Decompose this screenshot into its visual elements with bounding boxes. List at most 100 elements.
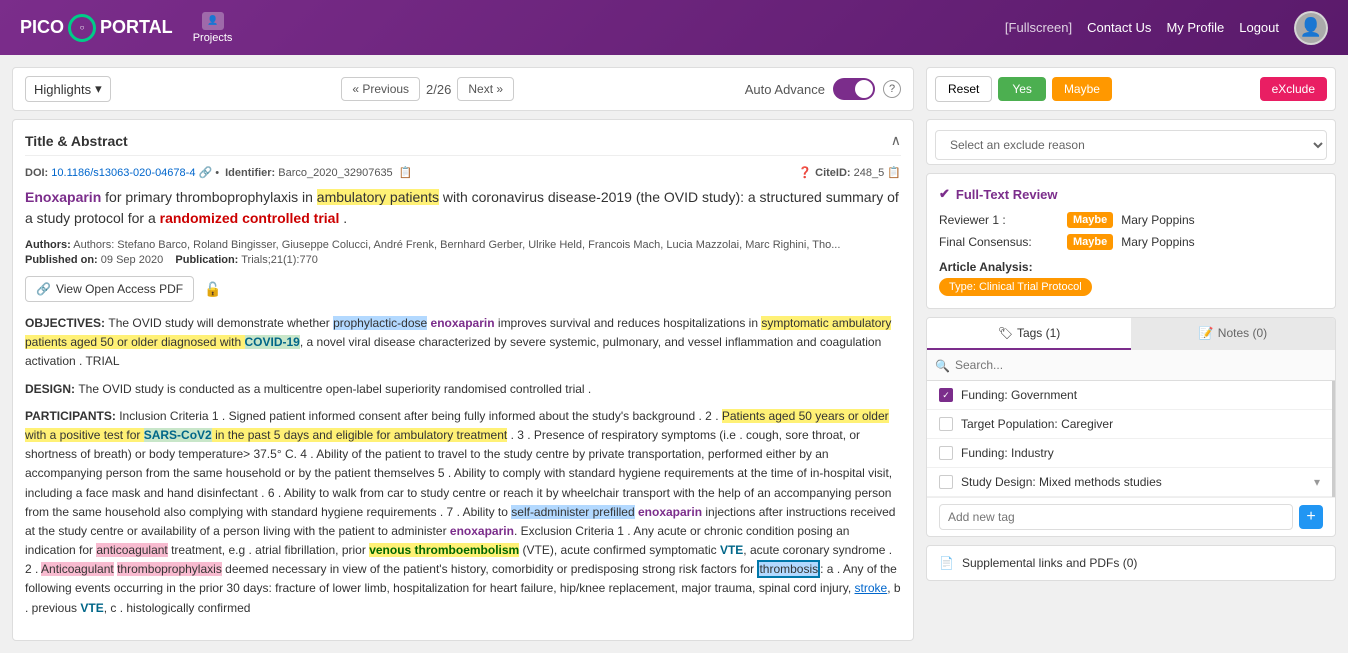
toggle-knob <box>855 80 873 98</box>
consensus-badge: Maybe <box>1067 234 1113 250</box>
section-title: Title & Abstract <box>25 133 128 149</box>
tag-checkbox-study-design[interactable] <box>939 475 953 489</box>
reset-button[interactable]: Reset <box>935 76 992 102</box>
contact-us-link[interactable]: Contact Us <box>1087 20 1151 35</box>
tag-item-caregiver: Target Population: Caregiver <box>927 410 1332 439</box>
highlights-label: Highlights <box>34 82 91 97</box>
expand-tag-icon[interactable]: ▾ <box>1314 475 1320 489</box>
external-link-icon: 🔗 <box>36 282 51 296</box>
tag-list: ✓ Funding: Government Target Population:… <box>927 381 1335 497</box>
tag-search-input[interactable] <box>927 350 1335 381</box>
reviewer1-label: Reviewer 1 : <box>939 213 1059 227</box>
add-tag-button[interactable]: + <box>1299 505 1323 529</box>
maybe-button[interactable]: Maybe <box>1052 77 1112 101</box>
tag-checkbox-funding-govt[interactable]: ✓ <box>939 388 953 402</box>
auto-advance-toggle[interactable] <box>833 78 875 100</box>
tag-checkbox-funding-industry[interactable] <box>939 446 953 460</box>
search-icon: 🔍 <box>935 359 950 373</box>
tag-checkbox-caregiver[interactable] <box>939 417 953 431</box>
help-icon[interactable]: ? <box>883 80 901 98</box>
doi-link[interactable]: 10.1186/s13063-020-04678-4 <box>51 167 195 179</box>
section-header: Title & Abstract ∧ <box>25 132 901 156</box>
tags-tab[interactable]: 🏷 Tags (1) <box>927 318 1131 350</box>
reviewer1-badge: Maybe <box>1067 212 1113 228</box>
avatar[interactable]: 👤 <box>1294 11 1328 45</box>
supplemental-icon: 📄 <box>939 556 954 570</box>
collapse-button[interactable]: ∧ <box>891 132 901 149</box>
notes-icon: 📝 <box>1199 326 1214 340</box>
article-title: Enoxaparin for primary thromboprophylaxi… <box>25 187 901 229</box>
cite-id: ❓ CiteID: 248_5 📋 <box>798 166 901 179</box>
title-rct: randomized controlled trial <box>160 210 340 226</box>
projects-label: Projects <box>193 32 233 44</box>
tags-tabs: 🏷 Tags (1) 📝 Notes (0) <box>927 318 1335 350</box>
auto-advance-label: Auto Advance <box>745 82 825 97</box>
exclude-button[interactable]: eXclude <box>1260 77 1327 101</box>
page-indicator: 2/26 <box>426 82 451 97</box>
content-area: Title & Abstract ∧ DOI: 10.1186/s13063-0… <box>12 119 914 641</box>
analysis-label: Article Analysis: <box>939 260 1323 274</box>
participants-label: PARTICIPANTS: <box>25 409 119 423</box>
add-tag-input[interactable] <box>939 504 1293 530</box>
exclude-reason-select[interactable]: Select an exclude reason <box>935 130 1327 160</box>
highlights-select[interactable]: Highlights ▾ <box>25 76 111 102</box>
projects-button[interactable]: 👤 Projects <box>193 12 233 44</box>
open-access-button[interactable]: 🔗 View Open Access PDF <box>25 276 194 302</box>
open-access-icon: 🔓 <box>204 281 221 298</box>
objectives-paragraph: OBJECTIVES: The OVID study will demonstr… <box>25 314 901 372</box>
design-paragraph: DESIGN: The OVID study is conducted as a… <box>25 380 901 399</box>
next-button[interactable]: Next » <box>457 77 514 101</box>
tag-label-funding-govt: Funding: Government <box>961 388 1077 402</box>
previous-button[interactable]: « Previous <box>341 77 420 101</box>
abstract-text: OBJECTIVES: The OVID study will demonstr… <box>25 314 901 618</box>
tag-label-study-design: Study Design: Mixed methods studies <box>961 475 1162 489</box>
tag-search-wrapper: 🔍 <box>927 350 1335 381</box>
open-access-label: View Open Access PDF <box>56 282 183 296</box>
review-title: ✔ Full-Text Review <box>939 186 1323 202</box>
reviewer1-name: Mary Poppins <box>1121 213 1194 227</box>
review-title-text: Full-Text Review <box>956 187 1058 202</box>
left-panel: Highlights ▾ « Previous 2/26 Next » Auto… <box>12 67 914 641</box>
toolbar: Highlights ▾ « Previous 2/26 Next » Auto… <box>12 67 914 111</box>
notes-tab-label: Notes (0) <box>1218 326 1267 340</box>
tag-item-funding-govt: ✓ Funding: Government <box>927 381 1332 410</box>
design-label: DESIGN: <box>25 382 78 396</box>
nav-buttons: « Previous 2/26 Next » <box>341 77 514 101</box>
review-panel: ✔ Full-Text Review Reviewer 1 : Maybe Ma… <box>926 173 1336 309</box>
auto-advance-control: Auto Advance ? <box>745 78 901 100</box>
decision-bar: Reset Yes Maybe eXclude <box>926 67 1336 111</box>
logo: PICO ○ PORTAL <box>20 14 173 42</box>
tags-panel: 🏷 Tags (1) 📝 Notes (0) 🔍 ✓ Funding: Gove… <box>926 317 1336 537</box>
my-profile-link[interactable]: My Profile <box>1166 20 1224 35</box>
logo-circle-icon: ○ <box>68 14 96 42</box>
title-highlight-ambulatory: ambulatory patients <box>317 189 439 205</box>
tag-icon: 🏷 <box>998 326 1013 340</box>
type-badge: Type: Clinical Trial Protocol <box>939 278 1092 296</box>
published-line: Published on: 09 Sep 2020 Publication: T… <box>25 254 901 266</box>
objectives-label: OBJECTIVES: <box>25 316 108 330</box>
reviewer1-row: Reviewer 1 : Maybe Mary Poppins <box>939 212 1323 228</box>
supplemental-label: Supplemental links and PDFs (0) <box>962 556 1137 570</box>
add-tag-row: + <box>927 497 1335 536</box>
consensus-label: Final Consensus: <box>939 235 1059 249</box>
review-icon: ✔ <box>939 186 950 202</box>
tag-item-study-design: Study Design: Mixed methods studies ▾ <box>927 468 1332 497</box>
tags-tab-label: Tags (1) <box>1017 326 1060 340</box>
doi-text: DOI: 10.1186/s13063-020-04678-4 🔗 • <box>25 166 219 179</box>
copy-identifier-icon[interactable]: 📋 <box>399 166 413 179</box>
tag-item-funding-industry: Funding: Industry <box>927 439 1332 468</box>
logout-link[interactable]: Logout <box>1239 20 1279 35</box>
notes-tab[interactable]: 📝 Notes (0) <box>1131 318 1335 350</box>
header: PICO ○ PORTAL 👤 Projects [Fullscreen] Co… <box>0 0 1348 55</box>
supplemental-panel: 📄 Supplemental links and PDFs (0) <box>926 545 1336 581</box>
projects-icon: 👤 <box>202 12 224 30</box>
participants-paragraph: PARTICIPANTS: Inclusion Criteria 1 . Sig… <box>25 407 901 618</box>
consensus-name: Mary Poppins <box>1121 235 1194 249</box>
article-analysis: Article Analysis: Type: Clinical Trial P… <box>939 260 1323 296</box>
header-right: [Fullscreen] Contact Us My Profile Logou… <box>1005 11 1328 45</box>
fullscreen-link[interactable]: [Fullscreen] <box>1005 20 1072 35</box>
right-panel: Reset Yes Maybe eXclude Select an exclud… <box>926 67 1336 641</box>
header-left: PICO ○ PORTAL 👤 Projects <box>20 12 232 44</box>
tag-label-funding-industry: Funding: Industry <box>961 446 1054 460</box>
yes-button[interactable]: Yes <box>998 77 1046 101</box>
